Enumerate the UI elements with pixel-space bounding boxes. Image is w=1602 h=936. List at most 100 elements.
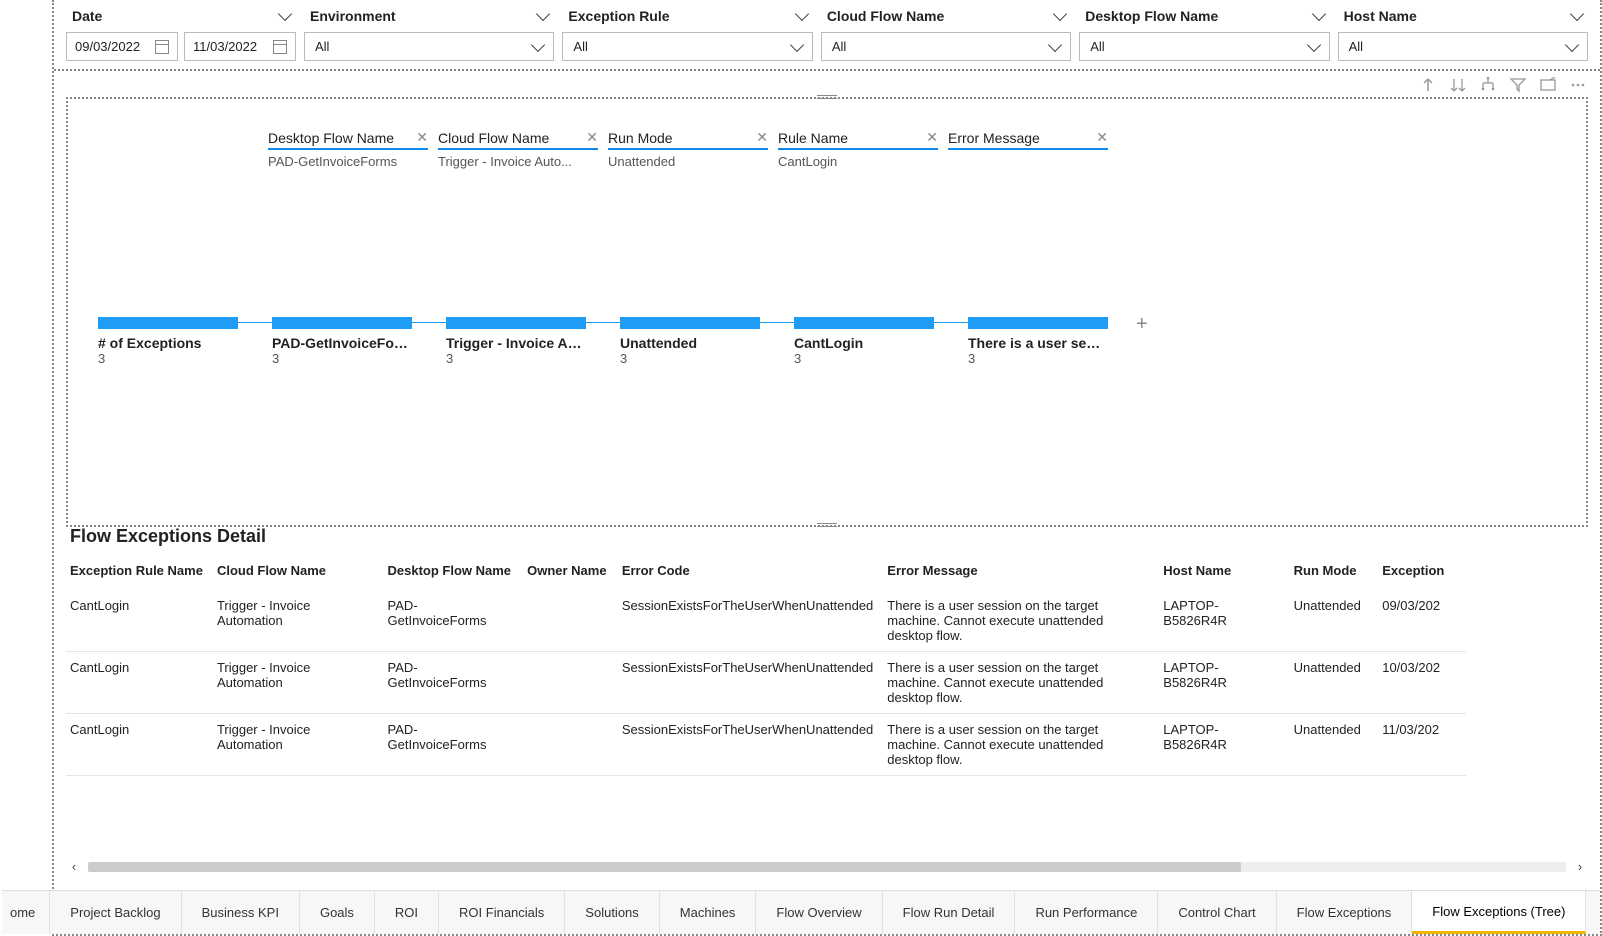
close-icon[interactable]: ✕ [416, 129, 428, 146]
chevron-down-icon [795, 7, 809, 21]
calendar-icon [273, 40, 287, 54]
table-row[interactable]: CantLoginTrigger - Invoice AutomationPAD… [66, 652, 1466, 714]
close-icon[interactable]: ✕ [586, 129, 598, 146]
focus-mode-icon[interactable] [1540, 77, 1556, 93]
page-tab[interactable]: Goals [300, 891, 375, 934]
page-tab[interactable]: Run Performance [1015, 891, 1158, 934]
filter-desktop-flow-header[interactable]: Desktop Flow Name [1079, 4, 1329, 28]
decomposition-tree-visual[interactable]: Desktop Flow Name✕PAD-GetInvoiceFormsClo… [66, 97, 1588, 527]
decomp-column-title-text: Error Message [948, 130, 1040, 146]
decomp-column-title[interactable]: Rule Name ✕ [778, 129, 938, 150]
column-header[interactable]: Host Name [1159, 555, 1289, 589]
scroll-track[interactable] [88, 862, 1566, 872]
add-level-icon[interactable]: + [1136, 313, 1148, 336]
decomp-column-title[interactable]: Desktop Flow Name ✕ [268, 129, 428, 150]
desktop-flow-dropdown[interactable]: All [1079, 32, 1329, 61]
column-header[interactable]: Error Code [618, 555, 883, 589]
node-count: 3 [794, 351, 934, 366]
filter-host-name-header[interactable]: Host Name [1338, 4, 1588, 28]
filter-desktop-flow: Desktop Flow Name All [1079, 4, 1329, 61]
page-tab[interactable]: Project Backlog [50, 891, 181, 934]
table-cell: 10/03/202 [1378, 652, 1466, 714]
decomp-column-title-text: Desktop Flow Name [268, 130, 394, 146]
exception-rule-dropdown[interactable]: All [562, 32, 812, 61]
table-row[interactable]: CantLoginTrigger - Invoice AutomationPAD… [66, 589, 1466, 652]
page-tab[interactable]: Flow Run Detail [883, 891, 1016, 934]
column-header[interactable]: Run Mode [1290, 555, 1379, 589]
more-options-icon[interactable] [1570, 77, 1586, 93]
page-tab[interactable]: ROI Calculations [1586, 891, 1602, 934]
column-header[interactable]: Desktop Flow Name [384, 555, 524, 589]
close-icon[interactable]: ✕ [756, 129, 768, 146]
filter-cloud-flow-header[interactable]: Cloud Flow Name [821, 4, 1071, 28]
column-header[interactable]: Cloud Flow Name [213, 555, 384, 589]
page-tab[interactable]: ome [2, 891, 50, 934]
table-cell: Unattended [1290, 652, 1379, 714]
filter-environment: Environment All [304, 4, 554, 61]
decomp-column-title[interactable]: Cloud Flow Name✕ [438, 129, 598, 150]
node-count: 3 [620, 351, 760, 366]
page-tab[interactable]: Machines [660, 891, 757, 934]
filter-desktop-flow-label: Desktop Flow Name [1085, 8, 1218, 24]
table-cell: CantLogin [66, 714, 213, 776]
decomp-node[interactable]: PAD-GetInvoiceForms3 [272, 317, 412, 366]
page-tab[interactable]: Flow Exceptions [1277, 891, 1413, 934]
table-cell: Trigger - Invoice Automation [213, 652, 384, 714]
date-start-value: 09/03/2022 [75, 39, 140, 54]
drill-down-icon[interactable] [1450, 77, 1466, 93]
filter-environment-header[interactable]: Environment [304, 4, 554, 28]
date-end-value: 11/03/2022 [193, 39, 257, 54]
decomp-column-title[interactable]: Error Message ✕ [948, 129, 1108, 150]
date-start-input[interactable]: 09/03/2022 [66, 32, 178, 61]
decomp-node[interactable]: # of Exceptions3 [98, 317, 238, 366]
decomp-node[interactable]: There is a user session ...3 [968, 317, 1108, 366]
host-name-dropdown[interactable]: All [1338, 32, 1588, 61]
splitter-handle-icon[interactable] [817, 95, 837, 101]
date-end-input[interactable]: 11/03/2022 [184, 32, 296, 61]
column-header[interactable]: Owner Name [523, 555, 618, 589]
chevron-down-icon [1048, 37, 1062, 51]
scroll-left-icon[interactable]: ‹ [66, 859, 82, 874]
column-header[interactable]: Error Message [883, 555, 1159, 589]
decomp-column-title[interactable]: Run Mode✕ [608, 129, 768, 150]
hierarchy-icon[interactable] [1480, 77, 1496, 93]
decomp-node[interactable]: CantLogin3 [794, 317, 934, 366]
decomp-column-title-text: Rule Name [778, 130, 848, 146]
chevron-down-icon [1565, 37, 1579, 51]
filter-icon[interactable] [1510, 77, 1526, 93]
environment-dropdown[interactable]: All [304, 32, 554, 61]
filter-exception-rule: Exception Rule All [562, 4, 812, 61]
decomp-column-subtitle: Unattended [608, 154, 768, 169]
table-cell: SessionExistsForTheUserWhenUnattended [618, 652, 883, 714]
column-header[interactable]: Exception [1378, 555, 1466, 589]
exception-rule-value: All [573, 39, 587, 54]
column-header[interactable]: Exception Rule Name [66, 555, 213, 589]
node-label: CantLogin [794, 335, 934, 351]
page-tab[interactable]: Control Chart [1158, 891, 1276, 934]
scroll-right-icon[interactable]: › [1572, 859, 1588, 874]
filter-date-header[interactable]: Date [66, 4, 296, 28]
decomp-node[interactable]: Unattended3 [620, 317, 760, 366]
drill-up-icon[interactable] [1420, 77, 1436, 93]
node-bar [272, 317, 412, 329]
page-tab[interactable]: Flow Exceptions (Tree) [1412, 891, 1586, 934]
page-tab[interactable]: Solutions [565, 891, 659, 934]
scroll-thumb[interactable] [88, 862, 1241, 872]
page-tab[interactable]: ROI [375, 891, 439, 934]
cloud-flow-dropdown[interactable]: All [821, 32, 1071, 61]
page-tab[interactable]: Business KPI [182, 891, 300, 934]
page-tab[interactable]: Flow Overview [756, 891, 882, 934]
filter-cloud-flow-label: Cloud Flow Name [827, 8, 944, 24]
close-icon[interactable]: ✕ [1096, 129, 1108, 146]
page-tab[interactable]: ROI Financials [439, 891, 565, 934]
close-icon[interactable]: ✕ [926, 129, 938, 146]
visual-toolbar [54, 71, 1600, 95]
desktop-flow-value: All [1090, 39, 1104, 54]
decomp-node[interactable]: Trigger - Invoice Aut...3 [446, 317, 586, 366]
chevron-down-icon [1570, 7, 1584, 21]
decomp-column-labels: Desktop Flow Name✕PAD-GetInvoiceFormsClo… [268, 129, 1108, 169]
table-cell: 09/03/202 [1378, 589, 1466, 652]
table-row[interactable]: CantLoginTrigger - Invoice AutomationPAD… [66, 714, 1466, 776]
filter-cloud-flow: Cloud Flow Name All [821, 4, 1071, 61]
filter-exception-rule-header[interactable]: Exception Rule [562, 4, 812, 28]
